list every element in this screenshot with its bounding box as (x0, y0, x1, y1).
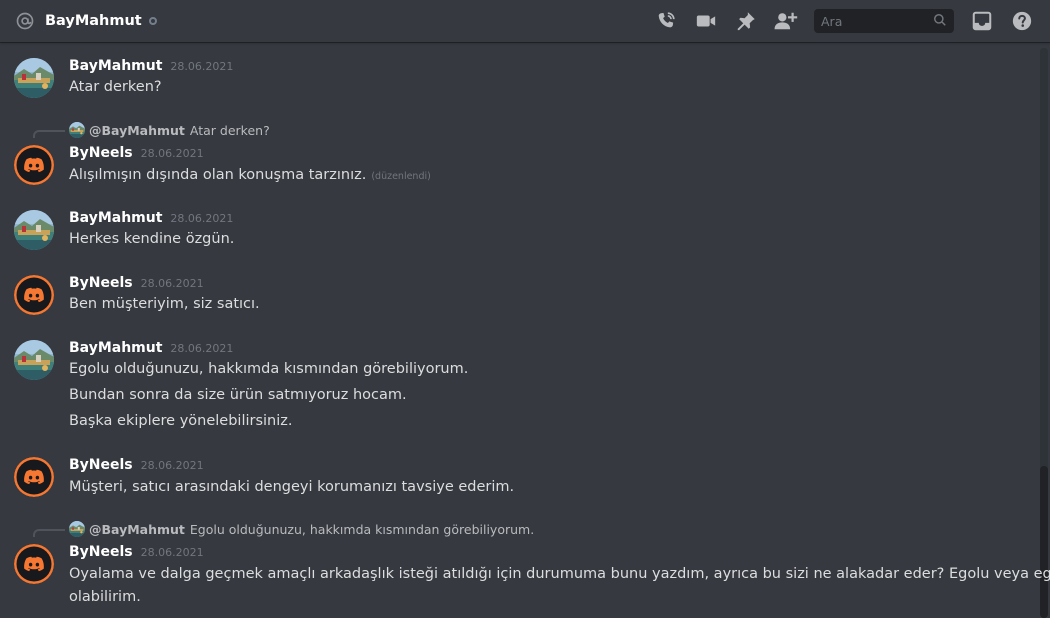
timestamp: 28.06.2021 (140, 546, 204, 559)
start-video-call-icon[interactable] (694, 9, 718, 33)
avatar[interactable] (14, 340, 54, 380)
reply-mention[interactable]: @BayMahmut (89, 123, 185, 138)
pinned-messages-icon[interactable] (734, 9, 758, 33)
timestamp: 28.06.2021 (140, 459, 204, 472)
header-toolbar: Ara (638, 0, 1034, 42)
reply-avatar (69, 122, 85, 138)
add-friends-icon[interactable] (774, 9, 798, 33)
message-text: Herkes kendine özgün. (69, 231, 235, 247)
username[interactable]: BayMahmut (69, 210, 162, 226)
username[interactable]: BayMahmut (69, 340, 162, 356)
username[interactable]: ByNeels (69, 275, 133, 291)
search-input[interactable]: Ara (814, 9, 954, 33)
reply-reference[interactable]: @BayMahmut Atar derken? (69, 122, 270, 138)
timestamp: 28.06.2021 (170, 342, 234, 355)
username[interactable]: BayMahmut (69, 58, 162, 74)
message-text: Alışılmışın dışında olan konuşma tarzını… (69, 167, 431, 183)
reply-text[interactable]: Atar derken? (190, 123, 270, 138)
avatar[interactable] (14, 58, 54, 98)
channel-header: BayMahmut Ara (0, 0, 1050, 42)
timestamp: 28.06.2021 (140, 277, 204, 290)
username[interactable]: ByNeels (69, 457, 133, 473)
offline-status-icon (148, 17, 157, 25)
edited-label: (düzenlendi) (371, 171, 431, 182)
message-text: Oyalama ve dalga geçmek amaçlı arkadaşlı… (69, 566, 1050, 582)
help-icon[interactable] (1010, 9, 1034, 33)
avatar[interactable] (14, 275, 54, 315)
message-text: Başka ekiplere yönelebilirsiniz. (69, 413, 293, 429)
message-text-content: Alışılmışın dışında olan konuşma tarzını… (69, 167, 367, 183)
message-text: Ben müşteriyim, siz satıcı. (69, 296, 260, 312)
timestamp: 28.06.2021 (170, 212, 234, 225)
reply-spine (33, 529, 65, 537)
avatar[interactable] (14, 145, 54, 185)
avatar[interactable] (14, 457, 54, 497)
message-text: Bundan sonra da size ürün satmıyoruz hoc… (69, 387, 407, 403)
avatar[interactable] (14, 544, 54, 584)
message-text: Müşteri, satıcı arasındaki dengeyi korum… (69, 479, 515, 495)
scrollbar-thumb[interactable] (1040, 466, 1048, 618)
channel-title: BayMahmut (45, 13, 142, 29)
search-icon (933, 12, 947, 31)
message-text: Atar derken? (69, 79, 162, 95)
at-icon (14, 10, 36, 32)
avatar[interactable] (14, 210, 54, 250)
reply-text[interactable]: Egolu olduğunuzu, hakkımda kısmından gör… (190, 522, 534, 537)
start-voice-call-icon[interactable] (654, 9, 678, 33)
message-text: olabilirim. (69, 589, 141, 605)
timestamp: 28.06.2021 (170, 60, 234, 73)
search-placeholder: Ara (821, 13, 843, 29)
inbox-icon[interactable] (970, 9, 994, 33)
username[interactable]: ByNeels (69, 145, 133, 161)
message-text: Egolu olduğunuzu, hakkımda kısmından gör… (69, 361, 469, 377)
reply-mention[interactable]: @BayMahmut (89, 522, 185, 537)
reply-avatar (69, 521, 85, 537)
username[interactable]: ByNeels (69, 544, 133, 560)
reply-spine (33, 130, 65, 138)
reply-reference[interactable]: @BayMahmut Egolu olduğunuzu, hakkımda kı… (69, 521, 534, 537)
timestamp: 28.06.2021 (140, 147, 204, 160)
